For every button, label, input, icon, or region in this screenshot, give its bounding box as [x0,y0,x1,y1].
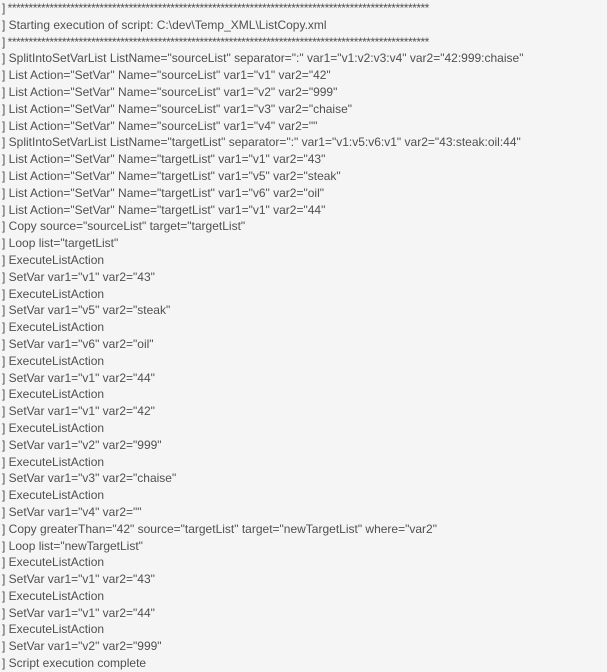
log-line: ] ExecuteListAction [0,252,607,269]
log-line: ] List Action="SetVar" Name="targetList"… [0,168,607,185]
log-line: ] **************************************… [0,0,607,17]
log-line: ] ExecuteListAction [0,286,607,303]
log-line: ] SplitIntoSetVarList ListName="targetLi… [0,134,607,151]
log-line: ] SetVar var1="v1" var2="42" [0,403,607,420]
log-output: ] **************************************… [0,0,607,672]
log-line: ] ExecuteListAction [0,621,607,638]
log-line: ] ExecuteListAction [0,588,607,605]
log-line: ] **************************************… [0,34,607,51]
log-line: ] SetVar var1="v5" var2="steak" [0,302,607,319]
log-line: ] SetVar var1="v3" var2="chaise" [0,470,607,487]
log-line: ] ExecuteListAction [0,487,607,504]
log-line: ] Loop list="targetList" [0,235,607,252]
log-line: ] Script execution complete [0,655,607,672]
log-line: ] ExecuteListAction [0,420,607,437]
log-line: ] SetVar var1="v2" var2="999" [0,638,607,655]
log-line: ] SetVar var1="v1" var2="43" [0,571,607,588]
log-line: ] SetVar var1="v6" var2="oil" [0,336,607,353]
log-line: ] List Action="SetVar" Name="targetList"… [0,151,607,168]
log-line: ] ExecuteListAction [0,454,607,471]
log-line: ] SetVar var1="v2" var2="999" [0,437,607,454]
log-line: ] Starting execution of script: C:\dev\T… [0,17,607,34]
log-line: ] List Action="SetVar" Name="targetList"… [0,185,607,202]
log-line: ] ExecuteListAction [0,353,607,370]
log-line: ] Copy greaterThan="42" source="targetLi… [0,521,607,538]
log-line: ] Loop list="newTargetList" [0,538,607,555]
log-line: ] SetVar var1="v1" var2="44" [0,605,607,622]
log-line: ] List Action="SetVar" Name="sourceList"… [0,84,607,101]
log-line: ] ExecuteListAction [0,319,607,336]
log-line: ] List Action="SetVar" Name="sourceList"… [0,67,607,84]
log-line: ] SetVar var1="v4" var2="" [0,504,607,521]
log-line: ] Copy source="sourceList" target="targe… [0,218,607,235]
log-line: ] ExecuteListAction [0,554,607,571]
log-line: ] SetVar var1="v1" var2="44" [0,370,607,387]
log-line: ] SplitIntoSetVarList ListName="sourceLi… [0,50,607,67]
log-line: ] SetVar var1="v1" var2="43" [0,269,607,286]
log-line: ] ExecuteListAction [0,386,607,403]
log-line: ] List Action="SetVar" Name="sourceList"… [0,101,607,118]
log-line: ] List Action="SetVar" Name="targetList"… [0,202,607,219]
log-line: ] List Action="SetVar" Name="sourceList"… [0,118,607,135]
